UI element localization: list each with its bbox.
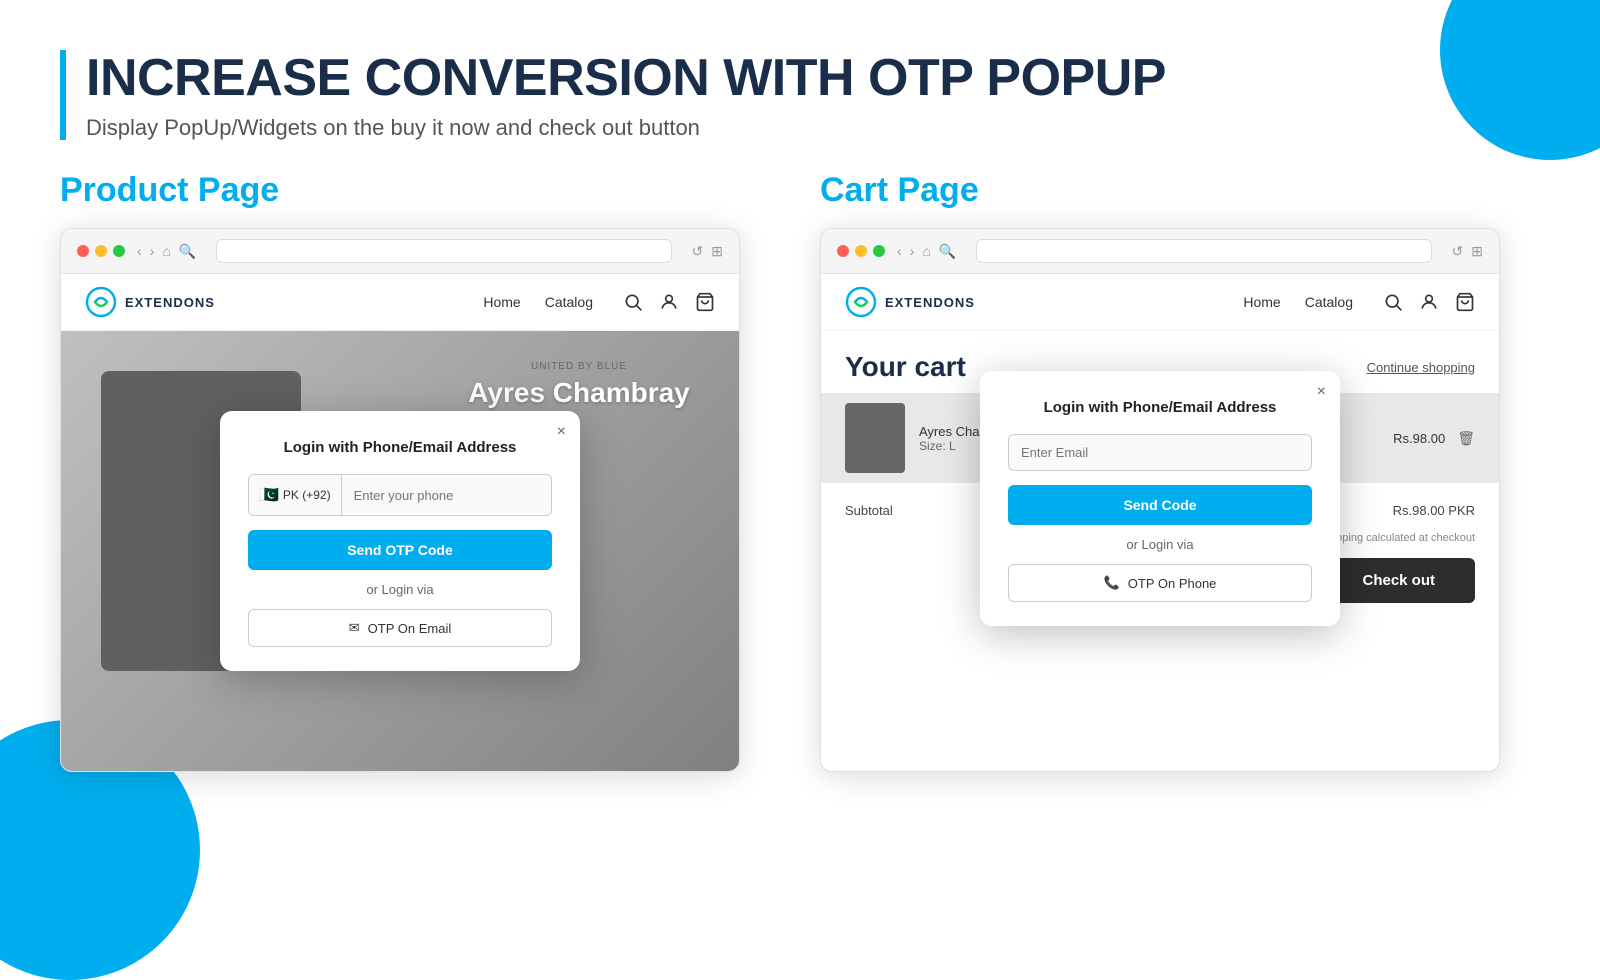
dot-red-cart[interactable] — [837, 245, 849, 257]
dot-green-cart[interactable] — [873, 245, 885, 257]
cart-subtotal-value: Rs.98.00 PKR — [1393, 503, 1475, 518]
product-browser-mockup: ‹ › ⌂ 🔍 ↺ ⊞ — [60, 228, 740, 772]
product-phone-input-container: 🇵🇰 PK (+92) — [248, 474, 552, 516]
cart-page-title: Your cart — [845, 351, 966, 383]
browser-dots-cart — [837, 245, 885, 257]
cart-browser-mockup: ‹ › ⌂ 🔍 ↺ ⊞ — [820, 228, 1500, 772]
cart-icon-cart[interactable] — [1455, 292, 1475, 312]
cart-page-label: Cart Page — [820, 171, 1540, 210]
cart-popup-close-button[interactable]: × — [1317, 383, 1326, 401]
cart-continue-shopping[interactable]: Continue shopping — [1367, 360, 1475, 375]
user-icon-product[interactable] — [659, 292, 679, 312]
nav-expand[interactable]: ⊞ — [711, 243, 723, 260]
nav-search[interactable]: 🔍 — [179, 243, 196, 260]
cart-icon-product[interactable] — [695, 292, 715, 312]
nav-reload[interactable]: ↺ — [692, 243, 704, 260]
browser-actions-cart: ↺ ⊞ — [1452, 243, 1483, 260]
cart-item-image — [845, 403, 905, 473]
cart-checkout-button[interactable]: Check out — [1322, 558, 1475, 603]
nav-forward-cart[interactable]: › — [910, 243, 915, 260]
cart-email-field[interactable] — [1008, 434, 1312, 471]
cart-alt-btn-text: OTP On Phone — [1128, 576, 1217, 591]
nav-back[interactable]: ‹ — [137, 243, 142, 260]
product-flag-emoji: 🇵🇰 — [259, 485, 279, 505]
store-nav-product: EXTENDONS Home Catalog — [61, 274, 739, 331]
dot-green-product[interactable] — [113, 245, 125, 257]
product-alt-btn-text: OTP On Email — [368, 621, 452, 636]
store-icons-cart — [1383, 292, 1475, 312]
dot-yellow-product[interactable] — [95, 245, 107, 257]
nav-search-cart[interactable]: 🔍 — [939, 243, 956, 260]
nav-home[interactable]: ⌂ — [162, 243, 170, 260]
nav-expand-cart[interactable]: ⊞ — [1471, 243, 1483, 260]
browser-dots-product — [77, 245, 125, 257]
product-page-label: Product Page — [60, 171, 780, 210]
menu-home-product[interactable]: Home — [483, 294, 520, 310]
store-logo-cart: EXTENDONS — [845, 286, 975, 318]
browser-bar-product: ‹ › ⌂ 🔍 ↺ ⊞ — [61, 229, 739, 274]
browser-bar-cart: ‹ › ⌂ 🔍 ↺ ⊞ — [821, 229, 1499, 274]
product-phone-field[interactable] — [342, 478, 551, 513]
product-brand: UNITED BY BLUE — [439, 361, 719, 372]
product-popup-close-button[interactable]: × — [557, 423, 566, 441]
store-menu-cart: Home Catalog — [1243, 294, 1353, 310]
menu-catalog-product[interactable]: Catalog — [545, 294, 593, 310]
browser-address-product — [216, 239, 671, 263]
store-logo-product: EXTENDONS — [85, 286, 215, 318]
extendons-logo-cart — [845, 286, 877, 318]
product-country-code: PK (+92) — [283, 488, 331, 502]
nav-reload-cart[interactable]: ↺ — [1452, 243, 1464, 260]
product-alt-login-button[interactable]: ✉ OTP On Email — [248, 609, 552, 647]
nav-home-cart[interactable]: ⌂ — [922, 243, 930, 260]
product-page-column: Product Page ‹ › ⌂ 🔍 — [60, 171, 780, 772]
cart-subtotal-label: Subtotal — [845, 503, 893, 518]
cart-send-code-button[interactable]: Send Code — [1008, 485, 1312, 525]
store-icons-product — [623, 292, 715, 312]
product-popup-title: Login with Phone/Email Address — [248, 439, 552, 456]
browser-nav-product: ‹ › ⌂ 🔍 — [137, 243, 196, 260]
cart-page-column: Cart Page ‹ › ⌂ 🔍 — [820, 171, 1540, 772]
store-logo-text-product: EXTENDONS — [125, 295, 215, 310]
product-flag-selector[interactable]: 🇵🇰 PK (+92) — [249, 475, 342, 515]
search-icon-product[interactable] — [623, 292, 643, 312]
main-heading: INCREASE CONVERSION WITH OTP POPUP — [86, 50, 1166, 107]
product-title: Ayres Chambray — [439, 377, 719, 409]
menu-home-cart[interactable]: Home — [1243, 294, 1280, 310]
cart-item-delete-button[interactable]: 🗑 — [1457, 430, 1475, 447]
header-accent-bar — [60, 50, 66, 140]
user-icon-cart[interactable] — [1419, 292, 1439, 312]
product-content-area: UNITED BY BLUE Ayres Chambray × Login wi… — [61, 331, 739, 771]
product-or-text: or Login via — [248, 582, 552, 597]
cart-alt-login-button[interactable]: 📞 OTP On Phone — [1008, 564, 1312, 602]
dot-red-product[interactable] — [77, 245, 89, 257]
header-section: INCREASE CONVERSION WITH OTP POPUP Displ… — [60, 50, 1540, 141]
store-logo-text-cart: EXTENDONS — [885, 295, 975, 310]
cart-item-price: Rs.98.00 — [1393, 431, 1445, 446]
browser-address-cart — [976, 239, 1431, 263]
cart-or-text: or Login via — [1008, 537, 1312, 552]
dot-yellow-cart[interactable] — [855, 245, 867, 257]
cart-content-area: Your cart Continue shopping Ayres Chambr… — [821, 331, 1499, 771]
menu-catalog-cart[interactable]: Catalog — [1305, 294, 1353, 310]
cart-otp-popup: × Login with Phone/Email Address Send Co… — [980, 371, 1340, 626]
main-subtitle: Display PopUp/Widgets on the buy it now … — [86, 115, 1166, 141]
nav-back-cart[interactable]: ‹ — [897, 243, 902, 260]
browser-nav-cart: ‹ › ⌂ 🔍 — [897, 243, 956, 260]
extendons-logo-product — [85, 286, 117, 318]
nav-forward[interactable]: › — [150, 243, 155, 260]
product-otp-popup: × Login with Phone/Email Address 🇵🇰 PK (… — [220, 411, 580, 671]
email-icon: ✉ — [349, 620, 360, 636]
phone-icon: 📞 — [1104, 575, 1120, 591]
product-send-otp-button[interactable]: Send OTP Code — [248, 530, 552, 570]
search-icon-cart[interactable] — [1383, 292, 1403, 312]
store-menu-product: Home Catalog — [483, 294, 593, 310]
store-nav-cart: EXTENDONS Home Catalog — [821, 274, 1499, 331]
cart-popup-title: Login with Phone/Email Address — [1008, 399, 1312, 416]
browser-actions-product: ↺ ⊞ — [692, 243, 723, 260]
